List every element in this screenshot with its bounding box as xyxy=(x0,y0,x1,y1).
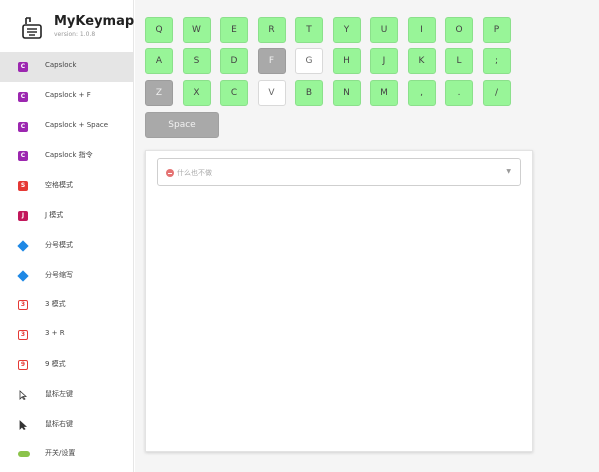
brand: MyKeymap version: 1.0.8 xyxy=(0,0,134,50)
sidebar-item-label: J 模式 xyxy=(45,210,64,219)
sidebar-item[interactable]: C Capslock 指令 xyxy=(0,141,134,171)
key-button[interactable]: W xyxy=(182,17,211,43)
sidebar-item-label: 开关/设置 xyxy=(45,449,76,458)
key-button[interactable]: U xyxy=(370,17,398,43)
sidebar-item[interactable]: 鼠标右键 xyxy=(0,410,134,440)
sidebar-item[interactable]: 开关/设置 xyxy=(0,439,134,469)
key-button[interactable]: Z xyxy=(145,80,173,106)
space-mode-icon: S xyxy=(18,181,28,192)
key-button[interactable]: K xyxy=(407,48,436,74)
key-button[interactable]: I xyxy=(407,17,436,43)
keyboard-logo-icon xyxy=(22,17,42,39)
key-button[interactable]: Y xyxy=(332,17,361,43)
key-button[interactable]: N xyxy=(332,80,361,106)
sidebar-item[interactable]: 分号缩写 xyxy=(0,261,134,291)
sidebar-menu: C Capslock C Capslock + F C Capslock + Space C… xyxy=(0,52,134,469)
key-button[interactable]: B xyxy=(295,80,323,106)
main-content: Q W E R T Y U I O P A S D F G H J K L; Z X C V B N M,. / Space 什么也不… xyxy=(135,0,599,472)
sidebar-item-label: 分号缩写 xyxy=(45,270,73,279)
j-mode-icon: J xyxy=(18,210,28,221)
key-button[interactable]: D xyxy=(220,48,248,74)
nine-mode-icon: 9 xyxy=(18,359,28,370)
sidebar-item[interactable]: 3 3 + R xyxy=(0,320,134,350)
sidebar-item[interactable]: C Capslock xyxy=(0,52,134,82)
key-button[interactable]: , xyxy=(407,80,436,106)
app-version: version: 1.0.8 xyxy=(54,31,96,38)
sidebar-item-label: 鼠标右键 xyxy=(45,419,73,428)
app-title: MyKeymap xyxy=(54,14,135,29)
key-button[interactable]: T xyxy=(295,17,323,43)
sidebar-item-label: Capslock + F xyxy=(45,90,91,99)
chevron-down-icon: ▼ xyxy=(506,168,511,175)
space-key-button[interactable]: Space xyxy=(145,112,219,138)
key-button[interactable]: R xyxy=(257,17,286,43)
sidebar-item-label: 3 模式 xyxy=(45,300,66,309)
sidebar-item-label: 分号模式 xyxy=(45,240,73,249)
sidebar-item[interactable]: 分号模式 xyxy=(0,231,134,261)
action-select-value: 什么也不做 xyxy=(177,169,212,177)
key-button[interactable]: A xyxy=(145,48,173,74)
capslock-command-icon: C xyxy=(18,151,28,162)
mouse-right-icon xyxy=(19,419,28,430)
capslock-space-icon: C xyxy=(18,121,28,132)
sidebar-item-label: 3 + R xyxy=(45,329,65,338)
capslock-f-icon: C xyxy=(18,91,28,102)
action-select[interactable]: 什么也不做 ▼ xyxy=(157,158,521,186)
key-button[interactable]: . xyxy=(445,80,473,106)
key-button[interactable]: Q xyxy=(145,17,173,43)
key-button[interactable]: X xyxy=(182,80,211,106)
key-button[interactable]: O xyxy=(445,17,473,43)
key-button[interactable]: F xyxy=(257,48,286,74)
sidebar-item[interactable]: C Capslock + Space xyxy=(0,112,134,142)
sidebar-item[interactable]: J J 模式 xyxy=(0,201,134,231)
key-button[interactable]: L xyxy=(445,48,473,74)
sidebar-item[interactable]: C Capslock + F xyxy=(0,82,134,112)
sidebar-item-label: 空格模式 xyxy=(45,181,73,190)
sidebar-item-label: 鼠标左键 xyxy=(45,389,73,398)
mouse-left-icon xyxy=(19,389,28,400)
sidebar: MyKeymap version: 1.0.8 C Capslock C Capslo… xyxy=(0,0,134,472)
key-button[interactable]: E xyxy=(220,17,248,43)
sidebar-item-label: Capslock 指令 xyxy=(45,151,93,160)
key-button[interactable]: P xyxy=(482,17,511,43)
key-button[interactable]: / xyxy=(482,80,511,106)
sidebar-item-label: Capslock xyxy=(45,61,77,69)
sidebar-item[interactable]: 9 9 模式 xyxy=(0,350,134,380)
key-button[interactable]: V xyxy=(257,80,286,106)
action-panel: 什么也不做 ▼ xyxy=(145,150,533,452)
sidebar-item[interactable]: S 空格模式 xyxy=(0,171,134,201)
capslock-icon: C xyxy=(18,62,28,72)
toggle-settings-icon xyxy=(18,451,30,458)
semicolon-mode-icon xyxy=(17,240,29,252)
key-button[interactable]: S xyxy=(182,48,211,74)
sidebar-item[interactable]: 3 3 模式 xyxy=(0,290,134,320)
sidebar-item-label: 9 模式 xyxy=(45,359,66,368)
sidebar-item[interactable]: 鼠标左键 xyxy=(0,380,134,410)
key-button[interactable]: C xyxy=(220,80,248,106)
no-action-icon xyxy=(166,169,174,177)
three-mode-icon: 3 xyxy=(18,300,28,311)
key-button[interactable]: ; xyxy=(482,48,511,74)
key-button[interactable]: H xyxy=(332,48,361,74)
three-r-icon: 3 xyxy=(18,330,28,341)
key-button[interactable]: G xyxy=(295,48,323,74)
semicolon-abbr-icon xyxy=(17,269,29,282)
key-button[interactable]: J xyxy=(370,48,398,74)
sidebar-item-label: Capslock + Space xyxy=(45,120,109,129)
key-button[interactable]: M xyxy=(370,80,398,106)
